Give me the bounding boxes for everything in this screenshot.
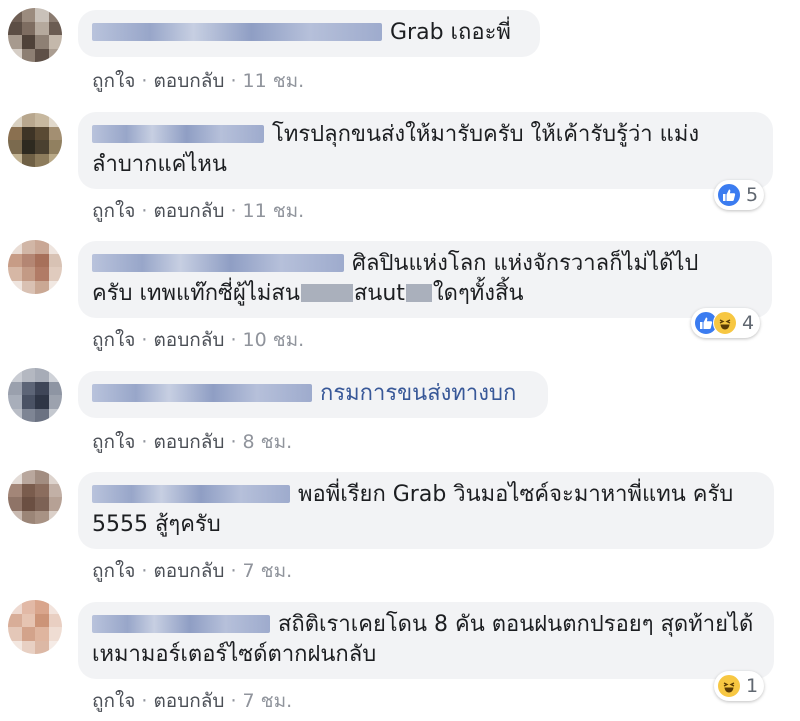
reaction-summary[interactable]: 5 [714, 180, 765, 210]
reply-link[interactable]: ตอบกลับ [153, 431, 224, 453]
redaction [300, 284, 353, 302]
comment-text: ครับ เทพแท๊กซี่ผู้ไม่สน [92, 281, 300, 306]
like-link[interactable]: ถูกใจ [92, 560, 135, 582]
comment-actions: ถูกใจ · ตอบกลับ · 11 ชม. [92, 66, 304, 96]
avatar[interactable] [8, 8, 62, 62]
comment-bubble: สถิติเราเคยโดน 8 คัน ตอนฝนตกปรอยๆ สุดท้า… [78, 602, 774, 679]
reaction-count: 4 [742, 312, 755, 334]
comment-bubble: ศิลปินแห่งโลก แห่งจักรวาลก็ไม่ได้ไป ครับ… [78, 241, 772, 318]
separator: · [230, 70, 237, 92]
comment-text: ศิลปินแห่งโลก แห่งจักรวาลก็ไม่ได้ไป [352, 251, 699, 276]
comment-bubble: โทรปลุกขนส่งให้มารับครับ ให้เค้ารับรู้ว่… [78, 112, 773, 189]
reaction-summary[interactable]: 4 [691, 308, 761, 338]
avatar[interactable] [8, 368, 62, 422]
avatar[interactable] [8, 470, 62, 524]
redaction [405, 284, 432, 302]
comment-actions: ถูกใจ · ตอบกลับ · 7 ชม. [92, 686, 292, 716]
like-link[interactable]: ถูกใจ [92, 70, 135, 92]
reply-link[interactable]: ตอบกลับ [153, 200, 224, 222]
comment-text: ใดๆทั้งสิ้น [432, 281, 524, 306]
avatar[interactable] [8, 240, 62, 294]
commenter-name[interactable] [92, 125, 264, 143]
comment-time[interactable]: 8 ชม. [243, 431, 293, 453]
separator: · [230, 200, 237, 222]
avatar[interactable] [8, 113, 62, 167]
separator: · [141, 431, 148, 453]
separator: · [141, 329, 148, 351]
haha-icon [717, 674, 741, 698]
separator: · [141, 200, 148, 222]
comment-actions: ถูกใจ · ตอบกลับ · 10 ชม. [92, 325, 304, 355]
comment-bubble: Grab เถอะพี่ [78, 10, 540, 57]
commenter-name[interactable] [92, 23, 382, 41]
like-link[interactable]: ถูกใจ [92, 329, 135, 351]
reaction-summary[interactable]: 1 [714, 671, 765, 701]
reply-link[interactable]: ตอบกลับ [153, 690, 224, 712]
like-link[interactable]: ถูกใจ [92, 200, 135, 222]
like-link[interactable]: ถูกใจ [92, 690, 135, 712]
comment-time[interactable]: 11 ชม. [243, 70, 305, 92]
like-link[interactable]: ถูกใจ [92, 431, 135, 453]
haha-icon [713, 311, 737, 335]
separator: · [141, 70, 148, 92]
comment-time[interactable]: 10 ชม. [243, 329, 305, 351]
commenter-name[interactable] [92, 615, 270, 633]
commenter-name[interactable] [92, 485, 290, 503]
comment-time[interactable]: 7 ชม. [243, 560, 293, 582]
separator: · [230, 690, 237, 712]
commenter-name[interactable] [92, 384, 312, 402]
separator: · [230, 329, 237, 351]
separator: · [141, 690, 148, 712]
reply-link[interactable]: ตอบกลับ [153, 70, 224, 92]
reply-link[interactable]: ตอบกลับ [153, 329, 224, 351]
comment-text: สนut [353, 281, 405, 306]
comment-text: กรมการขนส่งทางบก [320, 381, 517, 406]
comment-actions: ถูกใจ · ตอบกลับ · 8 ชม. [92, 427, 292, 457]
comment-bubble: กรมการขนส่งทางบก [78, 371, 548, 418]
separator: · [230, 560, 237, 582]
reaction-count: 1 [746, 675, 759, 697]
comment-actions: ถูกใจ · ตอบกลับ · 11 ชม. [92, 196, 304, 226]
separator: · [141, 560, 148, 582]
separator: · [230, 431, 237, 453]
like-icon [717, 183, 741, 207]
comment-actions: ถูกใจ · ตอบกลับ · 7 ชม. [92, 556, 292, 586]
reaction-count: 5 [746, 184, 759, 206]
comment-time[interactable]: 11 ชม. [243, 200, 305, 222]
comment-text: Grab เถอะพี่ [390, 20, 511, 45]
reply-link[interactable]: ตอบกลับ [153, 560, 224, 582]
comment-time[interactable]: 7 ชม. [243, 690, 293, 712]
commenter-name[interactable] [92, 254, 344, 272]
avatar[interactable] [8, 600, 62, 654]
comment-bubble: พอพี่เรียก Grab วินมอไซค์จะมาหาพี่แทน คร… [78, 472, 774, 549]
